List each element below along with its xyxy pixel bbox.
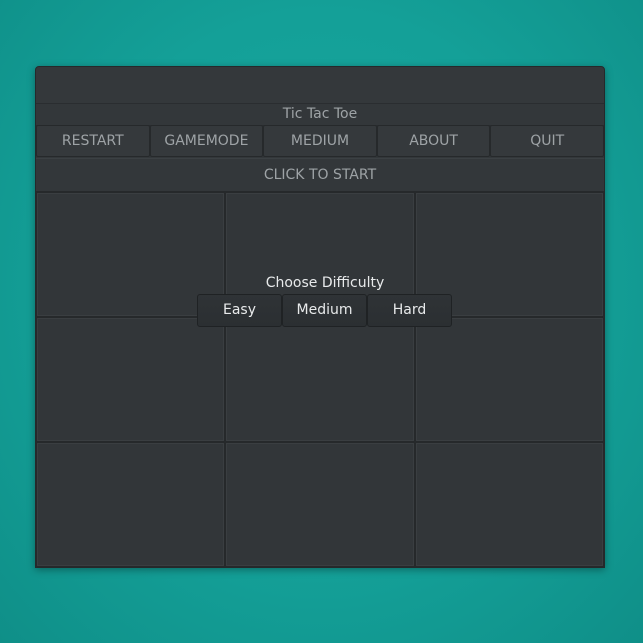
restart-button[interactable]: RESTART <box>36 125 150 157</box>
menu-bar: RESTART GAMEMODE MEDIUM ABOUT QUIT <box>36 125 604 157</box>
game-window: Tic Tac Toe RESTART GAMEMODE MEDIUM ABOU… <box>35 66 605 568</box>
game-board <box>36 192 604 567</box>
gamemode-button[interactable]: GAMEMODE <box>149 125 264 157</box>
hard-button[interactable]: Hard <box>367 294 452 327</box>
difficulty-menu-button[interactable]: MEDIUM <box>263 125 377 157</box>
about-button[interactable]: ABOUT <box>376 125 491 157</box>
board-cell-8[interactable] <box>414 442 604 567</box>
difficulty-options: Easy Medium Hard <box>197 294 453 327</box>
quit-button[interactable]: QUIT <box>490 125 604 157</box>
board-cell-6[interactable] <box>36 442 226 567</box>
board-cell-5[interactable] <box>414 317 604 442</box>
status-bar[interactable]: CLICK TO START <box>36 158 604 192</box>
window-titlebar[interactable] <box>36 67 604 104</box>
medium-button[interactable]: Medium <box>282 294 367 327</box>
easy-button[interactable]: Easy <box>197 294 282 327</box>
app-title: Tic Tac Toe <box>36 103 604 126</box>
board-cell-4[interactable] <box>225 317 415 442</box>
board-cell-3[interactable] <box>36 317 226 442</box>
board-cell-7[interactable] <box>225 442 415 567</box>
difficulty-title: Choose Difficulty <box>265 275 385 291</box>
difficulty-dialog: Choose Difficulty Easy Medium Hard <box>197 273 453 327</box>
